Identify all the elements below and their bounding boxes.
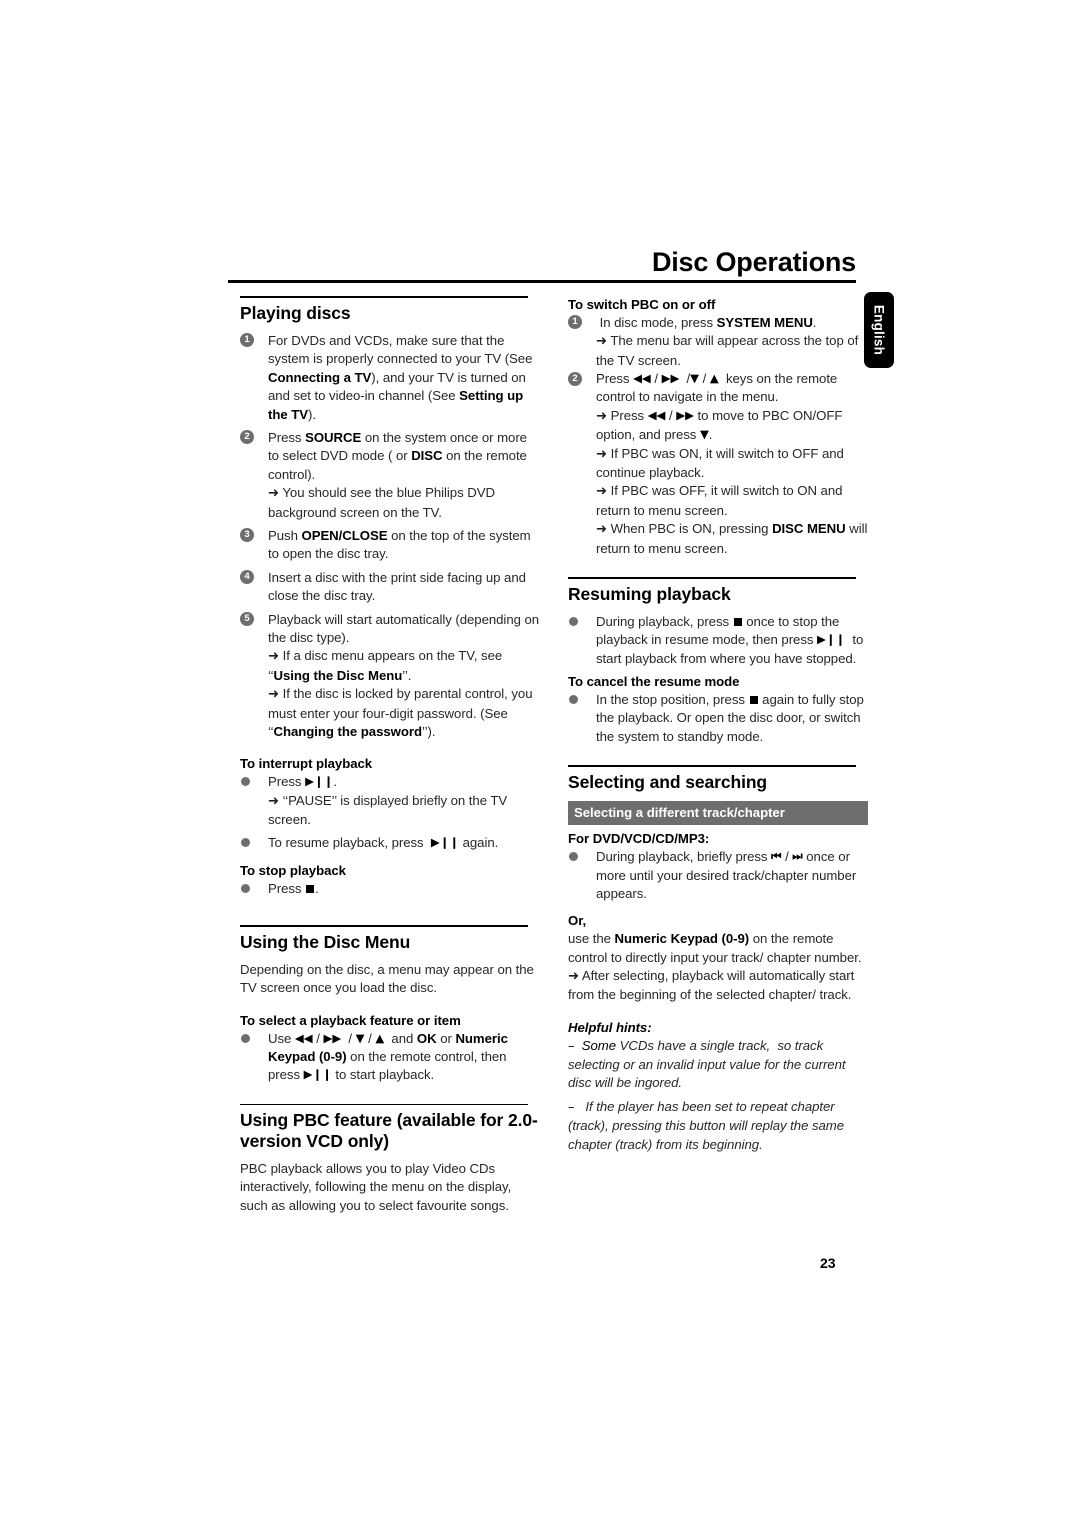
stop-icon	[749, 696, 758, 705]
bullet-marker	[569, 616, 578, 626]
page-number: 23	[820, 1255, 836, 1271]
section-playing-discs: Playing discs 1 For DVDs and VCDs, make …	[240, 296, 540, 898]
list-item: Press .	[240, 880, 540, 898]
subheading: To interrupt playback	[240, 756, 373, 772]
step-marker: 2	[240, 430, 254, 445]
right-column: To switch PBC on or off 1 In disc mode, …	[568, 296, 868, 1154]
bullet-marker	[241, 777, 250, 787]
subheading: Or,	[568, 913, 587, 929]
step-marker: 5	[240, 612, 254, 627]
list-item: During playback, briefly press ⏮ / ⏭ onc…	[568, 848, 868, 903]
language-tab-label: English	[871, 304, 887, 356]
list-item: 2 Press ◀◀ / ▶▶ /▼ / ▲ keys on the remot…	[568, 370, 868, 558]
step-marker: 1	[568, 315, 582, 330]
section-using-pbc-feature: Using PBC feature (available for 2.0-ver…	[240, 1103, 540, 1215]
section-divider	[240, 1103, 528, 1106]
list-item: 2 Press SOURCE on the system once or mor…	[240, 429, 540, 522]
step-marker: 3	[240, 528, 254, 543]
stop-icon	[306, 884, 315, 893]
bullet-text: In the stop position, press again to ful…	[596, 692, 864, 744]
list-item: 5 Playback will start automatically (dep…	[240, 611, 540, 742]
bullet-text: Press .	[268, 880, 319, 896]
list-item: In the stop position, press again to ful…	[568, 691, 868, 746]
subheading: To switch PBC on or off	[568, 297, 716, 312]
page-title: Disc Operations	[651, 247, 856, 277]
arrow-icon: ➜	[596, 522, 607, 538]
bullet-marker	[569, 695, 578, 705]
step-marker: 4	[240, 570, 254, 585]
subsection-banner: Selecting a different track/chapter	[568, 801, 868, 826]
bullet-text: During playback, press once to stop the …	[596, 613, 864, 666]
step-text: In disc mode, press SYSTEM MENU. ➜ The m…	[596, 314, 859, 368]
section-intro: Depending on the disc, a menu may appear…	[240, 961, 534, 996]
subheading: To stop playback	[240, 862, 346, 878]
section-pbc-switch: To switch PBC on or off 1 In disc mode, …	[568, 296, 868, 558]
page-header: Disc Operations	[228, 247, 856, 284]
bullet-marker	[241, 883, 250, 893]
language-tab: English	[864, 292, 894, 368]
bullet-text: To resume playback, press ▶❙❙ again.	[268, 835, 499, 851]
list-item: 4 Insert a disc with the print side faci…	[240, 569, 540, 606]
arrow-icon: ➜	[268, 649, 279, 665]
subheading: To cancel the resume mode	[568, 674, 740, 690]
bullet-text: During playback, briefly press ⏮ / ⏭ onc…	[596, 849, 857, 901]
bullet-marker	[241, 1033, 250, 1043]
paragraph: use the Numeric Keypad (0-9) on the remo…	[568, 931, 862, 965]
previous-track-icon: ⏮	[771, 849, 782, 864]
arrow-icon: ➜	[596, 446, 607, 462]
list-item: 3 Push OPEN/CLOSE on the top of the syst…	[240, 527, 540, 564]
section-intro: PBC playback allows you to play Video CD…	[240, 1161, 512, 1213]
paragraph: ➜ After selecting, playback will automat…	[568, 967, 855, 1003]
section-divider	[568, 765, 856, 767]
section-resuming-playback: Resuming playback During playback, press…	[568, 577, 868, 746]
subheading: For DVD/VCD/CD/MP3:	[568, 831, 710, 847]
step-text: For DVDs and VCDs, make sure that the sy…	[268, 332, 533, 422]
arrow-icon: ➜	[268, 687, 279, 703]
step-marker: 1	[240, 333, 254, 348]
arrow-icon: ➜	[568, 968, 579, 984]
stop-icon	[733, 617, 742, 626]
step-text: Playback will start automatically (depen…	[268, 611, 540, 740]
list-item: During playback, press once to stop the …	[568, 613, 868, 668]
subheading: To select a playback feature or item	[240, 1012, 461, 1028]
step-text: Press SOURCE on the system once or more …	[268, 429, 527, 520]
step-text: Push OPEN/CLOSE on the top of the system…	[268, 527, 531, 562]
left-column: Playing discs 1 For DVDs and VCDs, make …	[240, 296, 540, 1215]
manual-page: Disc Operations English Playing discs 1 …	[0, 0, 1080, 1528]
section-title: Resuming playback	[568, 583, 731, 604]
hint-item: – If the player has been set to repeat c…	[568, 1098, 845, 1152]
list-item: To resume playback, press ▶❙❙ again.	[240, 834, 540, 852]
list-item: 1 For DVDs and VCDs, make sure that the …	[240, 332, 540, 424]
bullet-text: Press ▶❙❙. ➜ ‘‘PAUSE’’ is displayed brie…	[268, 774, 508, 828]
bullet-text: Use ◀◀ / ▶▶ / ▼ / ▲ and OK or Numeric Ke…	[268, 1030, 508, 1083]
bullet-marker	[241, 838, 250, 848]
hint-item: – Some VCDs have a single track, so trac…	[568, 1037, 846, 1091]
section-divider	[240, 296, 528, 298]
step-marker: 2	[568, 371, 582, 386]
section-title: Playing discs	[240, 302, 351, 323]
section-divider	[240, 925, 528, 927]
list-item: 1 In disc mode, press SYSTEM MENU. ➜ The…	[568, 314, 868, 370]
arrow-icon: ➜	[596, 408, 607, 424]
section-title: Selecting and searching	[568, 771, 768, 792]
section-title: Using the Disc Menu	[240, 931, 411, 952]
arrow-icon: ➜	[596, 334, 607, 350]
list-item: Press ▶❙❙. ➜ ‘‘PAUSE’’ is displayed brie…	[240, 773, 540, 829]
section-divider	[568, 577, 856, 579]
arrow-icon: ➜	[268, 793, 279, 809]
bullet-marker	[569, 852, 578, 862]
next-track-icon: ⏭	[792, 849, 803, 864]
header-divider	[228, 280, 856, 284]
helpful-hints-label: Helpful hints:	[568, 1019, 652, 1035]
section-using-disc-menu: Using the Disc Menu Depending on the dis…	[240, 925, 540, 1085]
section-selecting-and-searching: Selecting and searching Selecting a diff…	[568, 765, 868, 1154]
section-title: Using PBC feature (available for 2.0-ver…	[240, 1110, 538, 1151]
arrow-icon: ➜	[268, 486, 279, 502]
list-item: Use ◀◀ / ▶▶ / ▼ / ▲ and OK or Numeric Ke…	[240, 1030, 540, 1085]
step-text: Press ◀◀ / ▶▶ /▼ / ▲ keys on the remote …	[596, 371, 868, 556]
arrow-icon: ➜	[596, 484, 607, 500]
step-text: Insert a disc with the print side facing…	[268, 569, 526, 604]
